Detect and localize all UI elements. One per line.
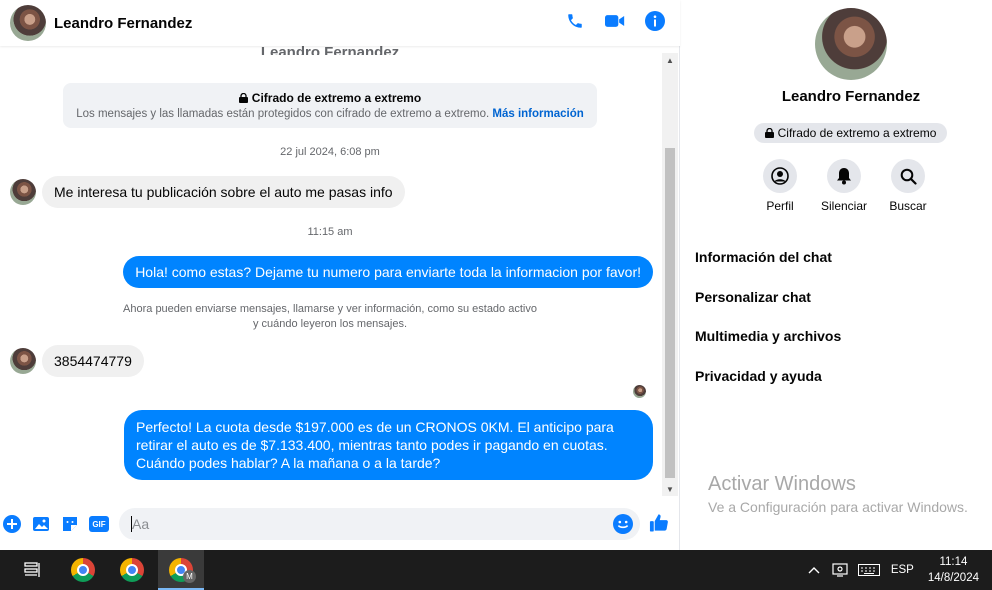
incoming-message[interactable]: Me interesa tu publicación sobre el auto… (42, 176, 405, 208)
profile-action-label: Buscar (889, 199, 927, 213)
like-button[interactable] (649, 512, 669, 532)
chat-window: Leandro Fernandez Leandro Fernandez Cifr… (0, 0, 680, 550)
encryption-badge[interactable]: Cifrado de extremo a extremo (754, 123, 947, 143)
incoming-message-row: 3854474779 (10, 345, 144, 377)
attach-image-button[interactable] (31, 514, 51, 534)
smiley-icon (613, 514, 633, 534)
encryption-badge-label: Cifrado de extremo a extremo (777, 126, 937, 140)
system-notice-line: Ahora pueden enviarse mensajes, llamarse… (123, 303, 537, 315)
contact-name[interactable]: Leandro Fernandez (54, 15, 192, 32)
chrome-icon (120, 558, 144, 582)
profile-icon (771, 167, 789, 185)
chat-header: Leandro Fernandez (0, 0, 680, 46)
incoming-message-row: Me interesa tu publicación sobre el auto… (10, 176, 405, 208)
input-language[interactable]: ESP (891, 564, 914, 576)
outgoing-message[interactable]: Perfecto! La cuota desde $197.000 es de … (124, 410, 653, 480)
profile-name: Leandro Fernandez (781, 88, 921, 105)
lock-icon (238, 93, 248, 103)
outgoing-message[interactable]: Hola! como estas? Dejame tu numero para … (123, 256, 653, 288)
system-notice-line: y cuándo leyeron los mensajes. (252, 318, 408, 330)
chrome-icon (71, 558, 95, 582)
gif-button[interactable]: GIF (88, 514, 110, 534)
windows-activation-watermark: Activar Windows Ve a Configuración para … (708, 473, 968, 515)
header-actions (564, 10, 666, 32)
network-icon[interactable] (832, 563, 848, 577)
search-icon (900, 168, 917, 185)
task-view-button[interactable] (14, 550, 50, 590)
system-clock[interactable]: 11:14 14/8/2024 (928, 554, 979, 586)
sticker-icon (63, 517, 77, 531)
emoji-button[interactable] (613, 514, 633, 539)
profile-action-label: Perfil (766, 199, 794, 213)
clock-date: 14/8/2024 (927, 572, 979, 584)
keyboard-icon[interactable] (857, 564, 880, 576)
menu-media-files[interactable]: Multimedia y archivos (695, 316, 841, 356)
profile-action-mute[interactable]: Silenciar (821, 159, 867, 213)
scroll-thumb[interactable] (665, 148, 675, 478)
incoming-message[interactable]: 3854474779 (42, 345, 144, 377)
taskbar-chrome-profile[interactable] (64, 550, 102, 590)
timestamp: 22 jul 2024, 6:08 pm (280, 146, 380, 158)
profile-badge: M (183, 570, 196, 583)
windows-taskbar: M ESP 11:14 14/8/2024 (0, 550, 992, 590)
info-icon (645, 11, 665, 31)
encryption-title: Cifrado de extremo a extremo (251, 91, 422, 105)
sticker-button[interactable] (60, 514, 80, 534)
bell-icon (837, 168, 851, 185)
profile-action-label: Silenciar (820, 199, 868, 213)
gif-icon: GIF (89, 516, 109, 532)
timestamp: 11:15 am (307, 226, 353, 238)
scroll-up-arrow[interactable]: ▲ (662, 53, 678, 67)
scroll-down-arrow[interactable]: ▼ (662, 482, 678, 496)
phone-icon (568, 14, 582, 28)
watermark-subtitle: Ve a Configuración para activar Windows. (708, 499, 968, 515)
system-tray: ESP 11:14 14/8/2024 (808, 550, 992, 590)
chat-info-button[interactable] (644, 10, 666, 32)
clock-time: 11:14 (939, 556, 968, 568)
read-receipt-avatar (633, 385, 646, 398)
chat-details-panel: Leandro Fernandez Cifrado de extremo a e… (681, 0, 992, 550)
menu-chat-info[interactable]: Información del chat (695, 237, 841, 277)
video-call-button[interactable] (604, 10, 626, 32)
profile-action-profile[interactable]: Perfil (763, 159, 797, 213)
lock-icon (764, 128, 774, 138)
contact-avatar[interactable] (10, 5, 46, 41)
profile-action-search[interactable]: Buscar (889, 159, 927, 213)
menu-customize-chat[interactable]: Personalizar chat (695, 277, 841, 317)
message-scrollbar[interactable]: ▲ ▼ (662, 53, 678, 496)
image-icon (33, 517, 49, 531)
phone-call-button[interactable] (564, 10, 586, 32)
watermark-title: Activar Windows (708, 473, 856, 495)
message-composer: GIF (0, 504, 680, 544)
encryption-subtitle: Los mensajes y las llamadas están proteg… (76, 108, 490, 120)
more-info-link[interactable]: Más información (492, 108, 583, 120)
menu-privacy-support[interactable]: Privacidad y ayuda (695, 356, 841, 396)
task-view-icon (24, 562, 40, 577)
chat-settings-menu: Información del chat Personalizar chat M… (695, 237, 841, 396)
message-list: Cifrado de extremo a extremo Los mensaje… (0, 46, 662, 496)
video-camera-icon (605, 15, 625, 27)
system-notice: Ahora pueden enviarse mensajes, llamarse… (0, 302, 660, 332)
message-input-wrapper (119, 508, 640, 540)
encryption-notice: Cifrado de extremo a extremo Los mensaje… (63, 83, 597, 128)
profile-actions: Perfil Silenciar Buscar (763, 159, 927, 213)
plus-circle-icon (3, 515, 21, 533)
profile-avatar-large[interactable] (815, 8, 887, 80)
thumbs-up-icon (649, 513, 668, 532)
chevron-up-icon[interactable] (808, 566, 820, 574)
sender-avatar[interactable] (10, 179, 36, 205)
message-input[interactable] (132, 516, 602, 532)
more-actions-button[interactable] (2, 514, 22, 534)
sender-avatar[interactable] (10, 348, 36, 374)
taskbar-chrome-active[interactable]: M (158, 550, 204, 590)
taskbar-chrome[interactable] (113, 550, 151, 590)
